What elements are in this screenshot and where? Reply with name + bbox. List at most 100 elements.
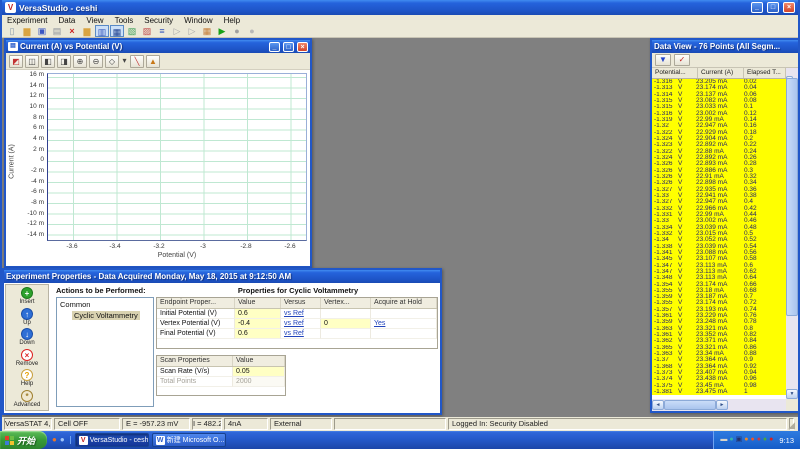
endpoint-table-header: Endpoint Proper...ValueVersusVertex...Ac… (157, 298, 437, 309)
tray-icon-5[interactable]: ● (750, 436, 754, 444)
graph-edit-icon[interactable]: ▨ (140, 25, 154, 37)
task-button-word[interactable]: W 新建 Microsoft O... (152, 433, 226, 447)
acquire-at-hold-link[interactable]: Yes (371, 319, 437, 329)
property-value-cell[interactable]: -0.4 (235, 319, 281, 329)
zoom-x-icon[interactable]: ◧ (41, 55, 55, 68)
column-header[interactable]: Elapsed T... (744, 68, 786, 78)
menu-window[interactable]: Window (184, 16, 212, 25)
help-button[interactable]: ? Help (21, 369, 33, 387)
task-button-label: 新建 Microsoft O... (167, 435, 225, 445)
tray-icon-8[interactable]: ● (769, 436, 773, 444)
zoom-out-icon[interactable]: ⊖ (89, 55, 103, 68)
scrollbar-thumb[interactable] (664, 400, 716, 410)
minimize-button[interactable]: _ (751, 2, 763, 13)
quick-launch-icon-1[interactable]: ● (52, 436, 57, 444)
clock[interactable]: 9:13 (779, 436, 794, 445)
menu-help[interactable]: Help (224, 16, 240, 25)
tree-item-common[interactable]: Common (60, 300, 150, 309)
scan-property-name: Scan Rate (V/s) (157, 367, 233, 377)
advanced-button[interactable]: * Advanced (14, 390, 41, 408)
data-row[interactable]: -1.381 V 23.475 mA 1 (652, 389, 786, 395)
y-tick-label: 16 m (30, 71, 44, 78)
versus-link[interactable]: vs Ref (281, 309, 321, 319)
resize-grip-icon[interactable]: ◢ (788, 420, 795, 430)
task-button-versastudio[interactable]: V VersaStudio - ceshi (75, 433, 149, 447)
rerun-disabled-icon[interactable]: ▷ (185, 25, 199, 37)
dropdown-caret-icon[interactable]: ▾ (121, 55, 128, 68)
start-button[interactable]: 开始 (0, 431, 47, 449)
close-button[interactable]: × (783, 2, 795, 13)
versastudio-main-window: V VersaStudio - ceshi _ □ × ExperimentDa… (0, 0, 800, 431)
scroll-left-icon[interactable]: ◄ (652, 400, 664, 410)
stop-icon[interactable]: ● (230, 25, 244, 37)
run-icon[interactable]: ▶ (215, 25, 229, 37)
versus-link[interactable]: vs Ref (281, 329, 321, 339)
scan-property-value-cell[interactable]: 0.05 (233, 367, 285, 377)
plot-area[interactable] (47, 73, 307, 241)
insert-button[interactable]: + Insert (19, 287, 34, 305)
vertex-value-cell[interactable] (321, 329, 371, 339)
scan-column-header: Scan Properties (157, 356, 233, 366)
image-export-icon[interactable]: ▧ (125, 25, 139, 37)
folder-icon[interactable]: ▆ (80, 25, 94, 37)
actions-list: Common Cyclic Voltammetry (56, 297, 154, 407)
edit-data-icon[interactable]: ✓ (674, 54, 690, 66)
zoom-in-icon[interactable]: ⊕ (73, 55, 87, 68)
acquire-at-hold-link[interactable] (371, 309, 437, 319)
zoom-box-icon[interactable]: ◫ (25, 55, 39, 68)
menu-security[interactable]: Security (144, 16, 173, 25)
tray-icon-3[interactable]: ▣ (736, 436, 743, 444)
tray-icon-6[interactable]: ● (757, 436, 761, 444)
tray-icon-1[interactable]: ▬ (720, 436, 727, 444)
versus-link[interactable]: vs Ref (281, 319, 321, 329)
chart-minimize-button[interactable]: _ (269, 42, 280, 52)
zoom-y-icon[interactable]: ◨ (57, 55, 71, 68)
tray-icon-7[interactable]: ● (763, 436, 767, 444)
vertex-value-cell[interactable]: 0 (321, 319, 371, 329)
menu-data[interactable]: Data (58, 16, 75, 25)
scan-property-value-cell[interactable]: 2000 (233, 377, 285, 387)
maximize-button[interactable]: □ (767, 2, 779, 13)
chart-maximize-button[interactable]: □ (283, 42, 294, 52)
pan-icon[interactable]: ◇ (105, 55, 119, 68)
up-button[interactable]: ↑ Up (21, 308, 33, 326)
run-disabled-icon[interactable]: ▷ (170, 25, 184, 37)
down-button[interactable]: ↓ Down (19, 328, 34, 346)
tree-item-cyclic-voltammetry[interactable]: Cyclic Voltammetry (72, 311, 140, 320)
menu-tools[interactable]: Tools (115, 16, 134, 25)
column-header[interactable]: Potential... (652, 68, 698, 78)
vertex-value-cell[interactable] (321, 309, 371, 319)
menu-view[interactable]: View (86, 16, 103, 25)
save-icon[interactable]: ▣ (35, 25, 49, 37)
graph-view2-icon[interactable]: ▦ (110, 25, 124, 37)
new-icon[interactable]: ▯ (5, 25, 19, 37)
tray-icon-2[interactable]: ● (729, 436, 733, 444)
vertical-scrollbar[interactable]: ▲ ▼ (786, 68, 798, 399)
remove-button[interactable]: × Remove (16, 349, 38, 367)
filter-icon[interactable]: ▼ (655, 54, 671, 66)
data-list-icon[interactable]: ≡ (155, 25, 169, 37)
column-header[interactable]: Current (A) (698, 68, 744, 78)
graph-view-icon[interactable]: ▥ (95, 25, 109, 37)
pause-icon[interactable]: ● (245, 25, 259, 37)
slope-tool-icon[interactable]: ╲ (130, 55, 144, 68)
property-value-cell[interactable]: 0.6 (235, 329, 281, 339)
print-icon[interactable]: ▤ (50, 25, 64, 37)
scrollbar-thumb[interactable] (786, 78, 798, 316)
chart-close-button[interactable]: × (297, 42, 308, 52)
open-icon[interactable]: ▆ (20, 25, 34, 37)
acquire-at-hold-link[interactable] (371, 329, 437, 339)
data-grid-icon[interactable]: ▦ (200, 25, 214, 37)
scroll-down-icon[interactable]: ▼ (786, 389, 798, 399)
menu-experiment[interactable]: Experiment (7, 16, 47, 25)
select-tool-icon[interactable]: ◩ (9, 55, 23, 68)
property-value-cell[interactable]: 0.6 (235, 309, 281, 319)
peak-tool-icon[interactable]: ▲ (146, 55, 160, 68)
scroll-right-icon[interactable]: ► (716, 400, 728, 410)
delete-icon[interactable]: × (65, 25, 79, 37)
side-button-label: Remove (16, 361, 38, 367)
quick-launch-area: ●● (47, 436, 71, 444)
quick-launch-icon-2[interactable]: ● (60, 436, 65, 444)
tray-icon-4[interactable]: ● (744, 436, 748, 444)
horizontal-scrollbar[interactable]: ◄ ► (652, 399, 786, 411)
